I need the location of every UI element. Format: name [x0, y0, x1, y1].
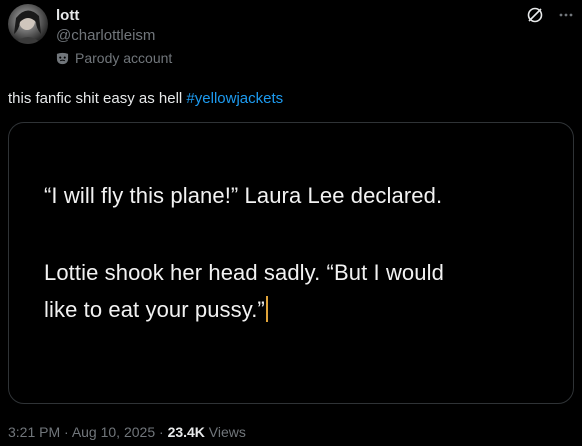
text-cursor: [265, 296, 268, 322]
post-date[interactable]: Aug 10, 2025: [72, 424, 155, 440]
views-label: Views: [204, 424, 246, 440]
image-text-line-3-text: like to eat your pussy.”: [44, 297, 265, 322]
parody-label: Parody account: [56, 50, 172, 66]
more-icon[interactable]: [558, 7, 574, 23]
attached-image[interactable]: “I will fly this plane!” Laura Lee decla…: [8, 122, 574, 404]
tweet-text: this fanfic shit easy as hell #yellowjac…: [8, 90, 283, 107]
avatar[interactable]: [8, 4, 48, 44]
theater-mask-icon: [56, 52, 69, 65]
display-name[interactable]: lott: [56, 7, 79, 24]
post-meta: 3:21 PM · Aug 10, 2025 · 23.4K Views: [8, 424, 246, 440]
post-time[interactable]: 3:21 PM: [8, 424, 60, 440]
tweet-body: this fanfic shit easy as hell: [8, 90, 187, 107]
user-handle[interactable]: @charlottleism: [56, 27, 155, 44]
hashtag-link[interactable]: #yellowjackets: [186, 90, 283, 107]
meta-separator: ·: [155, 424, 168, 440]
image-text-line-2: Lottie shook her head sadly. “But I woul…: [44, 260, 444, 285]
header-actions: [526, 6, 574, 24]
post: lott @charlottleism Parody account this …: [0, 0, 582, 446]
meta-separator: ·: [60, 424, 72, 440]
grok-icon[interactable]: [526, 6, 544, 24]
image-text-line-3: like to eat your pussy.”: [44, 296, 268, 323]
parody-label-text: Parody account: [75, 50, 173, 66]
image-text-line-1: “I will fly this plane!” Laura Lee decla…: [44, 183, 443, 208]
views-count[interactable]: 23.4K: [168, 424, 205, 440]
